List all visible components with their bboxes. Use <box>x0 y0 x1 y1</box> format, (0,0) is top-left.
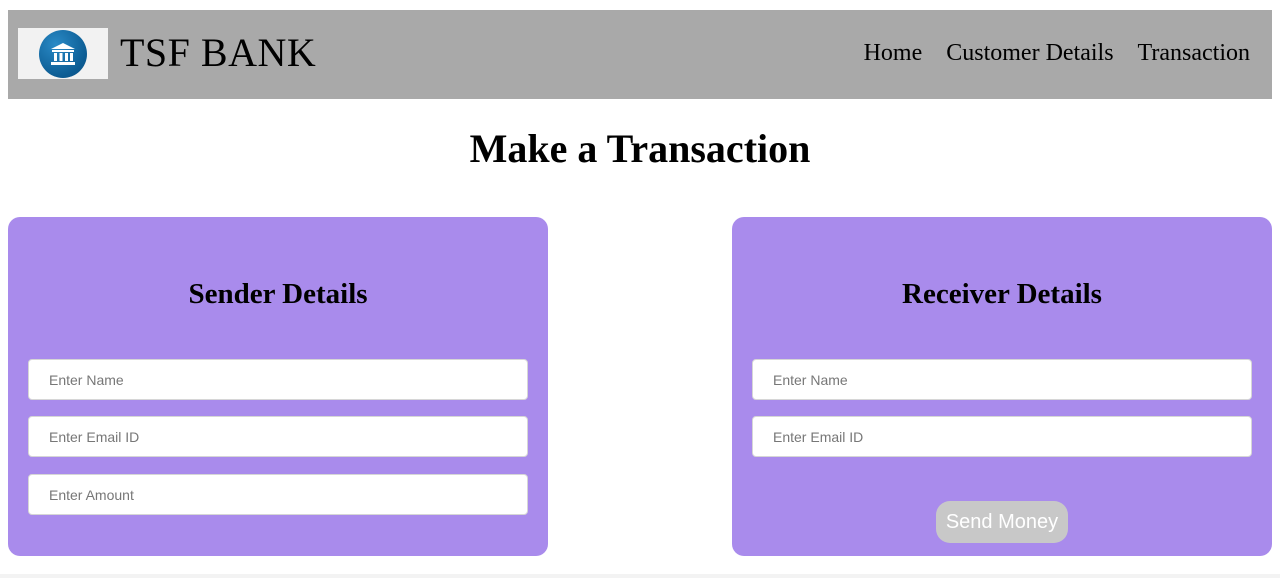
receiver-email-input[interactable] <box>752 416 1252 457</box>
sender-email-input[interactable] <box>28 416 528 457</box>
logo[interactable] <box>18 28 108 79</box>
send-money-button[interactable]: Send Money <box>936 501 1068 543</box>
page-title: Make a Transaction <box>469 126 811 171</box>
receiver-details-card: Receiver Details Send Money <box>732 217 1272 556</box>
nav-transaction-link[interactable]: Transaction <box>1138 38 1250 68</box>
page-divider <box>0 574 1280 578</box>
nav-customer-details-link[interactable]: Customer Details <box>946 38 1113 68</box>
receiver-name-input[interactable] <box>752 359 1252 400</box>
nav-home-link[interactable]: Home <box>864 38 923 68</box>
sender-details-card: Sender Details <box>8 217 548 556</box>
sender-details-title: Sender Details <box>188 278 368 310</box>
receiver-details-title: Receiver Details <box>902 278 1102 310</box>
main-nav: Home Customer Details Transaction <box>864 38 1250 68</box>
brand-name: TSF BANK <box>120 30 317 75</box>
bank-building-icon <box>39 29 87 78</box>
sender-name-input[interactable] <box>28 359 528 400</box>
sender-amount-input[interactable] <box>28 474 528 515</box>
top-navbar: TSF BANK Home Customer Details Transacti… <box>8 10 1272 99</box>
